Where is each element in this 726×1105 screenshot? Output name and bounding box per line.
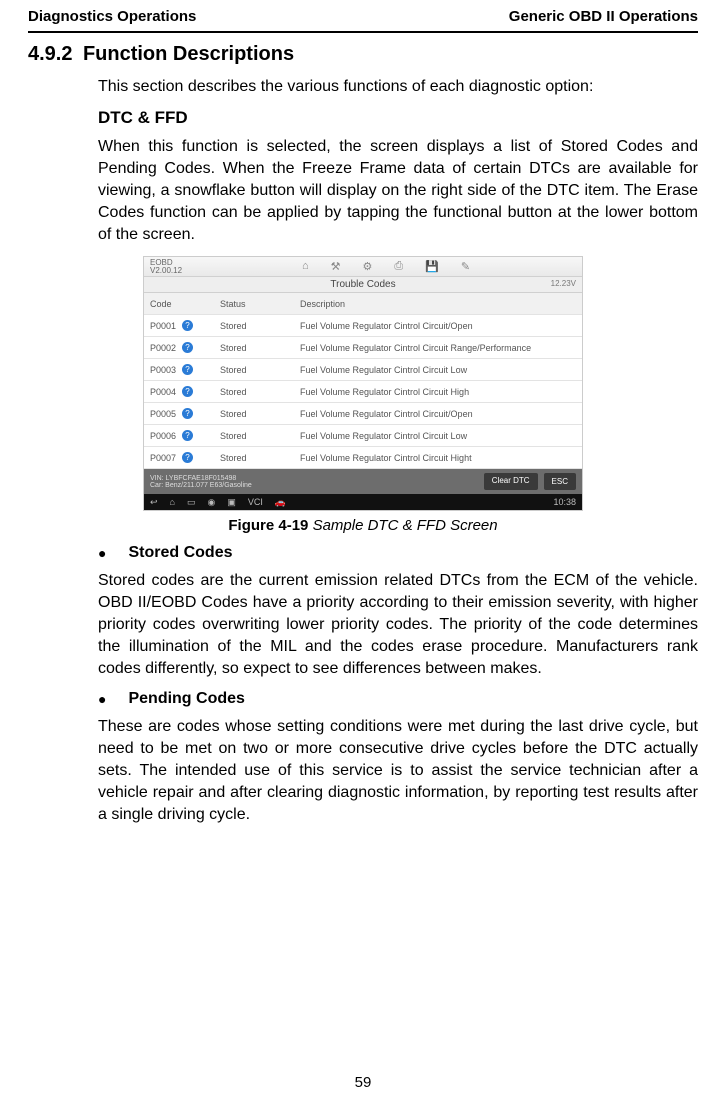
- home-icon[interactable]: ⌂: [302, 260, 309, 273]
- table-row[interactable]: P0004?StoredFuel Volume Regulator Cintro…: [144, 381, 582, 403]
- header-right: Generic OBD II Operations: [509, 8, 698, 25]
- fig-car: Car: Benz/211.077 E63/Gasoline: [150, 482, 252, 489]
- help-icon[interactable]: ?: [182, 386, 193, 397]
- camera-icon[interactable]: ◉: [208, 497, 216, 508]
- fig-clock: 10:38: [553, 497, 576, 507]
- nav-home-icon[interactable]: ⌂: [170, 497, 175, 508]
- dtc-ffd-paragraph: When this function is selected, the scre…: [98, 136, 698, 246]
- save-icon[interactable]: 💾: [425, 260, 439, 273]
- recent-icon[interactable]: ▭: [187, 497, 196, 508]
- help-icon[interactable]: ?: [182, 430, 193, 441]
- header-rule: [28, 31, 698, 33]
- intro-paragraph: This section describes the various funct…: [98, 76, 698, 98]
- figure-screenshot: EOBD V2.00.12 ⌂ ⚒ ⚙ ⎙ 💾 ✎ Trouble Codes …: [143, 256, 583, 511]
- subsection-dtc-ffd: DTC & FFD: [98, 108, 698, 128]
- table-row[interactable]: P0005?StoredFuel Volume Regulator Cintro…: [144, 403, 582, 425]
- caption-number: Figure 4-19: [228, 517, 308, 534]
- help-icon[interactable]: ?: [182, 408, 193, 419]
- fig-vin: VIN: LYBFCFAE18F015498: [150, 475, 252, 482]
- help-icon[interactable]: ?: [182, 364, 193, 375]
- table-row[interactable]: P0006?StoredFuel Volume Regulator Cintro…: [144, 425, 582, 447]
- section-number: 4.9.2: [28, 43, 72, 65]
- bullet-icon: ●: [98, 544, 106, 564]
- table-row[interactable]: P0003?StoredFuel Volume Regulator Cintro…: [144, 359, 582, 381]
- caption-text: Sample DTC & FFD Screen: [308, 517, 497, 534]
- col-header-desc: Description: [300, 299, 576, 309]
- table-row[interactable]: P0002?StoredFuel Volume Regulator Cintro…: [144, 337, 582, 359]
- header-left: Diagnostics Operations: [28, 8, 196, 25]
- back-icon[interactable]: ↩: [150, 497, 158, 508]
- table-row[interactable]: P0007?StoredFuel Volume Regulator Cintro…: [144, 447, 582, 469]
- help-icon[interactable]: ?: [182, 320, 193, 331]
- col-header-code: Code: [150, 299, 220, 309]
- table-row[interactable]: P0001?StoredFuel Volume Regulator Cintro…: [144, 315, 582, 337]
- clear-dtc-button[interactable]: Clear DTC: [484, 473, 538, 490]
- figure-caption: Figure 4-19 Sample DTC & FFD Screen: [28, 517, 698, 534]
- help-icon[interactable]: ?: [182, 452, 193, 463]
- stored-codes-paragraph: Stored codes are the current emission re…: [98, 570, 698, 680]
- stored-codes-label: Stored Codes: [128, 544, 232, 562]
- pending-codes-paragraph: These are codes whose setting conditions…: [98, 716, 698, 826]
- bullet-icon: ●: [98, 690, 106, 710]
- col-header-status: Status: [220, 299, 300, 309]
- settings-icon[interactable]: ⚙: [362, 260, 372, 273]
- tool-icon[interactable]: ⚒: [331, 260, 341, 273]
- car-icon[interactable]: 🚗: [275, 497, 286, 508]
- esc-button[interactable]: ESC: [544, 473, 576, 490]
- edit-icon[interactable]: ✎: [461, 260, 470, 273]
- vci-icon[interactable]: VCI: [248, 497, 263, 508]
- print-icon[interactable]: ⎙: [394, 260, 403, 273]
- section-title: Function Descriptions: [83, 43, 294, 65]
- fig-version: V2.00.12: [150, 267, 182, 275]
- fig-title: Trouble Codes: [330, 279, 395, 290]
- fig-voltage: 12.23V: [551, 279, 576, 288]
- help-icon[interactable]: ?: [182, 342, 193, 353]
- app-icon[interactable]: ▣: [227, 497, 236, 508]
- pending-codes-label: Pending Codes: [128, 690, 244, 708]
- page-number: 59: [0, 1074, 726, 1091]
